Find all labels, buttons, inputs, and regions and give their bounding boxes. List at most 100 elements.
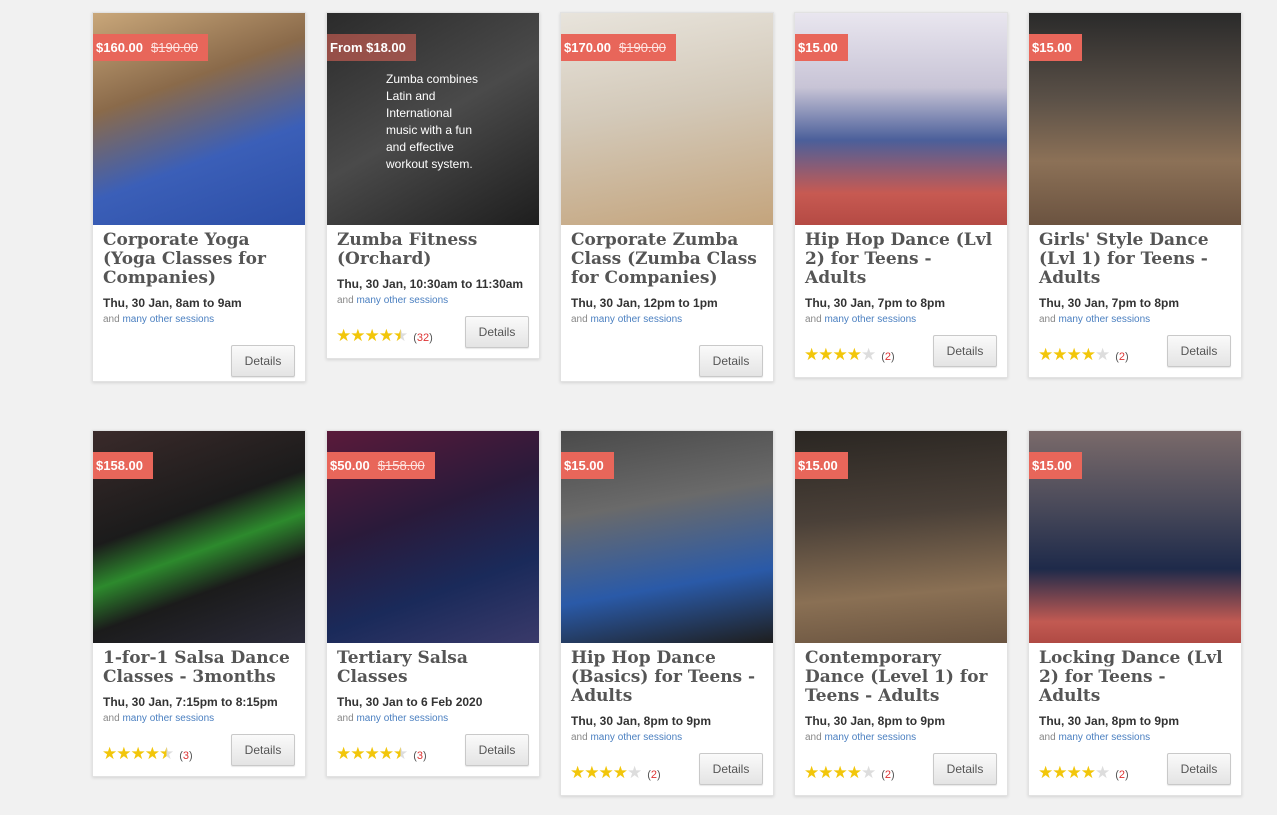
other-sessions-link[interactable]: many other sessions — [122, 314, 214, 325]
class-card[interactable]: $160.00 $190.00 Corporate Yoga (Yoga Clas… — [92, 12, 306, 382]
old-price: $158.00 — [377, 458, 425, 473]
rating-stars: ★★★★★ (32) — [336, 326, 433, 345]
other-sessions-link[interactable]: many other sessions — [122, 713, 214, 724]
other-sessions-link[interactable]: many other sessions — [824, 314, 916, 325]
other-sessions-link[interactable]: many other sessions — [1058, 314, 1150, 325]
class-title[interactable]: Corporate Zumba Class (Zumba Class for C… — [571, 231, 763, 288]
other-sessions: and many other sessions — [103, 314, 215, 325]
class-image[interactable]: $50.00 $158.00 — [327, 431, 539, 643]
class-title[interactable]: Contemporary Dance (Level 1) for Teens -… — [805, 649, 997, 706]
other-sessions: and many other sessions — [571, 314, 683, 325]
rating-stars: ★★★★★ (2) — [1038, 763, 1129, 782]
other-sessions: and many other sessions — [337, 713, 449, 724]
details-button[interactable]: Details — [1167, 753, 1231, 785]
other-sessions-link[interactable]: many other sessions — [356, 713, 448, 724]
price-tag: From $18.00 — [327, 34, 416, 61]
rating-stars: ★★★★★ (2) — [804, 763, 895, 782]
class-card[interactable]: $15.00 Locking Dance (Lvl 2) for Teens -… — [1028, 430, 1242, 796]
session-time: Thu, 30 Jan, 8pm to 9pm — [1039, 714, 1180, 728]
class-image[interactable]: $15.00 — [1029, 431, 1241, 643]
price-tag: $15.00 — [561, 452, 614, 479]
rating-stars: ★★★★★ (3) — [102, 744, 193, 763]
session-time: Thu, 30 Jan, 10:30am to 11:30am — [337, 277, 524, 291]
session-time: Thu, 30 Jan, 8pm to 9pm — [571, 714, 712, 728]
other-sessions-link[interactable]: many other sessions — [1058, 732, 1150, 743]
class-image[interactable]: From $18.00 Zumba combines Latin and Int… — [327, 13, 539, 225]
details-button[interactable]: Details — [465, 734, 529, 766]
class-title[interactable]: Corporate Yoga (Yoga Classes for Compani… — [103, 231, 295, 288]
class-card[interactable]: From $18.00 Zumba combines Latin and Int… — [326, 12, 540, 359]
class-card[interactable]: $170.00 $190.00 Corporate Zumba Class (Zu… — [560, 12, 774, 382]
class-image[interactable]: $15.00 — [561, 431, 773, 643]
details-button[interactable]: Details — [699, 753, 763, 785]
class-image[interactable]: $15.00 — [1029, 13, 1241, 225]
other-sessions: and many other sessions — [1039, 314, 1151, 325]
class-title[interactable]: Locking Dance (Lvl 2) for Teens - Adults — [1039, 649, 1231, 706]
class-title[interactable]: Zumba Fitness (Orchard) — [337, 231, 529, 269]
price-tag: $158.00 — [93, 452, 153, 479]
session-time: Thu, 30 Jan, 7pm to 8pm — [805, 296, 946, 310]
price-tag: $15.00 — [795, 452, 848, 479]
other-sessions: and many other sessions — [805, 314, 917, 325]
other-sessions: and many other sessions — [805, 732, 917, 743]
other-sessions: and many other sessions — [337, 295, 449, 306]
class-card[interactable]: $15.00 Hip Hop Dance (Basics) for Teens … — [560, 430, 774, 796]
class-image[interactable]: $15.00 — [795, 431, 1007, 643]
details-button[interactable]: Details — [1167, 335, 1231, 367]
class-title[interactable]: 1-for-1 Salsa Dance Classes - 3months — [103, 649, 295, 687]
review-count: 2 — [1118, 769, 1126, 781]
details-button[interactable]: Details — [231, 345, 295, 377]
class-title[interactable]: Tertiary Salsa Classes — [337, 649, 529, 687]
price-tag: $15.00 — [795, 34, 848, 61]
price-tag: $15.00 — [1029, 34, 1082, 61]
class-title[interactable]: Girls' Style Dance (Lvl 1) for Teens - A… — [1039, 231, 1231, 288]
class-card[interactable]: $50.00 $158.00 Tertiary Salsa Classes Thu… — [326, 430, 540, 777]
class-title[interactable]: Hip Hop Dance (Lvl 2) for Teens - Adults — [805, 231, 997, 288]
review-count: 2 — [1118, 351, 1126, 363]
details-button[interactable]: Details — [933, 335, 997, 367]
session-time: Thu, 30 Jan, 8am to 9am — [103, 296, 242, 310]
class-image[interactable]: $158.00 — [93, 431, 305, 643]
rating-stars: ★★★★★ (2) — [1038, 345, 1129, 364]
class-image[interactable]: $15.00 — [795, 13, 1007, 225]
session-time: Thu, 30 Jan, 7:15pm to 8:15pm — [103, 695, 278, 709]
session-time: Thu, 30 Jan, 8pm to 9pm — [805, 714, 946, 728]
review-count: 2 — [884, 351, 892, 363]
review-count: 2 — [650, 769, 658, 781]
details-button[interactable]: Details — [699, 345, 763, 377]
details-button[interactable]: Details — [465, 316, 529, 348]
price-tag: $160.00 $190.00 — [93, 34, 208, 61]
session-time: Thu, 30 Jan, 7pm to 8pm — [1039, 296, 1180, 310]
other-sessions-link[interactable]: many other sessions — [590, 314, 682, 325]
price-tag: $15.00 — [1029, 452, 1082, 479]
rating-stars: ★★★★★ (2) — [804, 345, 895, 364]
details-button[interactable]: Details — [231, 734, 295, 766]
session-time: Thu, 30 Jan, 12pm to 1pm — [571, 296, 718, 310]
class-title[interactable]: Hip Hop Dance (Basics) for Teens - Adult… — [571, 649, 763, 706]
other-sessions: and many other sessions — [103, 713, 215, 724]
review-count: 3 — [416, 750, 424, 762]
price-tag: $50.00 $158.00 — [327, 452, 435, 479]
old-price: $190.00 — [619, 40, 666, 55]
class-card[interactable]: $15.00 Contemporary Dance (Level 1) for … — [794, 430, 1008, 796]
class-image[interactable]: $170.00 $190.00 — [561, 13, 773, 225]
other-sessions-link[interactable]: many other sessions — [590, 732, 682, 743]
class-description: Zumba combines Latin and International m… — [386, 72, 479, 171]
class-card[interactable]: $15.00 Girls' Style Dance (Lvl 1) for Te… — [1028, 12, 1242, 378]
session-time: Thu, 30 Jan to 6 Feb 2020 — [337, 695, 483, 709]
details-button[interactable]: Details — [933, 753, 997, 785]
price-tag: $170.00 $190.00 — [561, 34, 676, 61]
other-sessions: and many other sessions — [571, 732, 683, 743]
other-sessions-link[interactable]: many other sessions — [824, 732, 916, 743]
other-sessions: and many other sessions — [1039, 732, 1151, 743]
class-card[interactable]: $15.00 Hip Hop Dance (Lvl 2) for Teens -… — [794, 12, 1008, 378]
class-card[interactable]: $158.00 1-for-1 Salsa Dance Classes - 3m… — [92, 430, 306, 777]
old-price: $190.00 — [151, 40, 198, 55]
rating-stars: ★★★★★ (3) — [336, 744, 427, 763]
class-image[interactable]: $160.00 $190.00 — [93, 13, 305, 225]
review-count: 2 — [884, 769, 892, 781]
other-sessions-link[interactable]: many other sessions — [356, 295, 448, 306]
review-count: 32 — [416, 332, 430, 344]
review-count: 3 — [182, 750, 190, 762]
rating-stars: ★★★★★ (2) — [570, 763, 661, 782]
